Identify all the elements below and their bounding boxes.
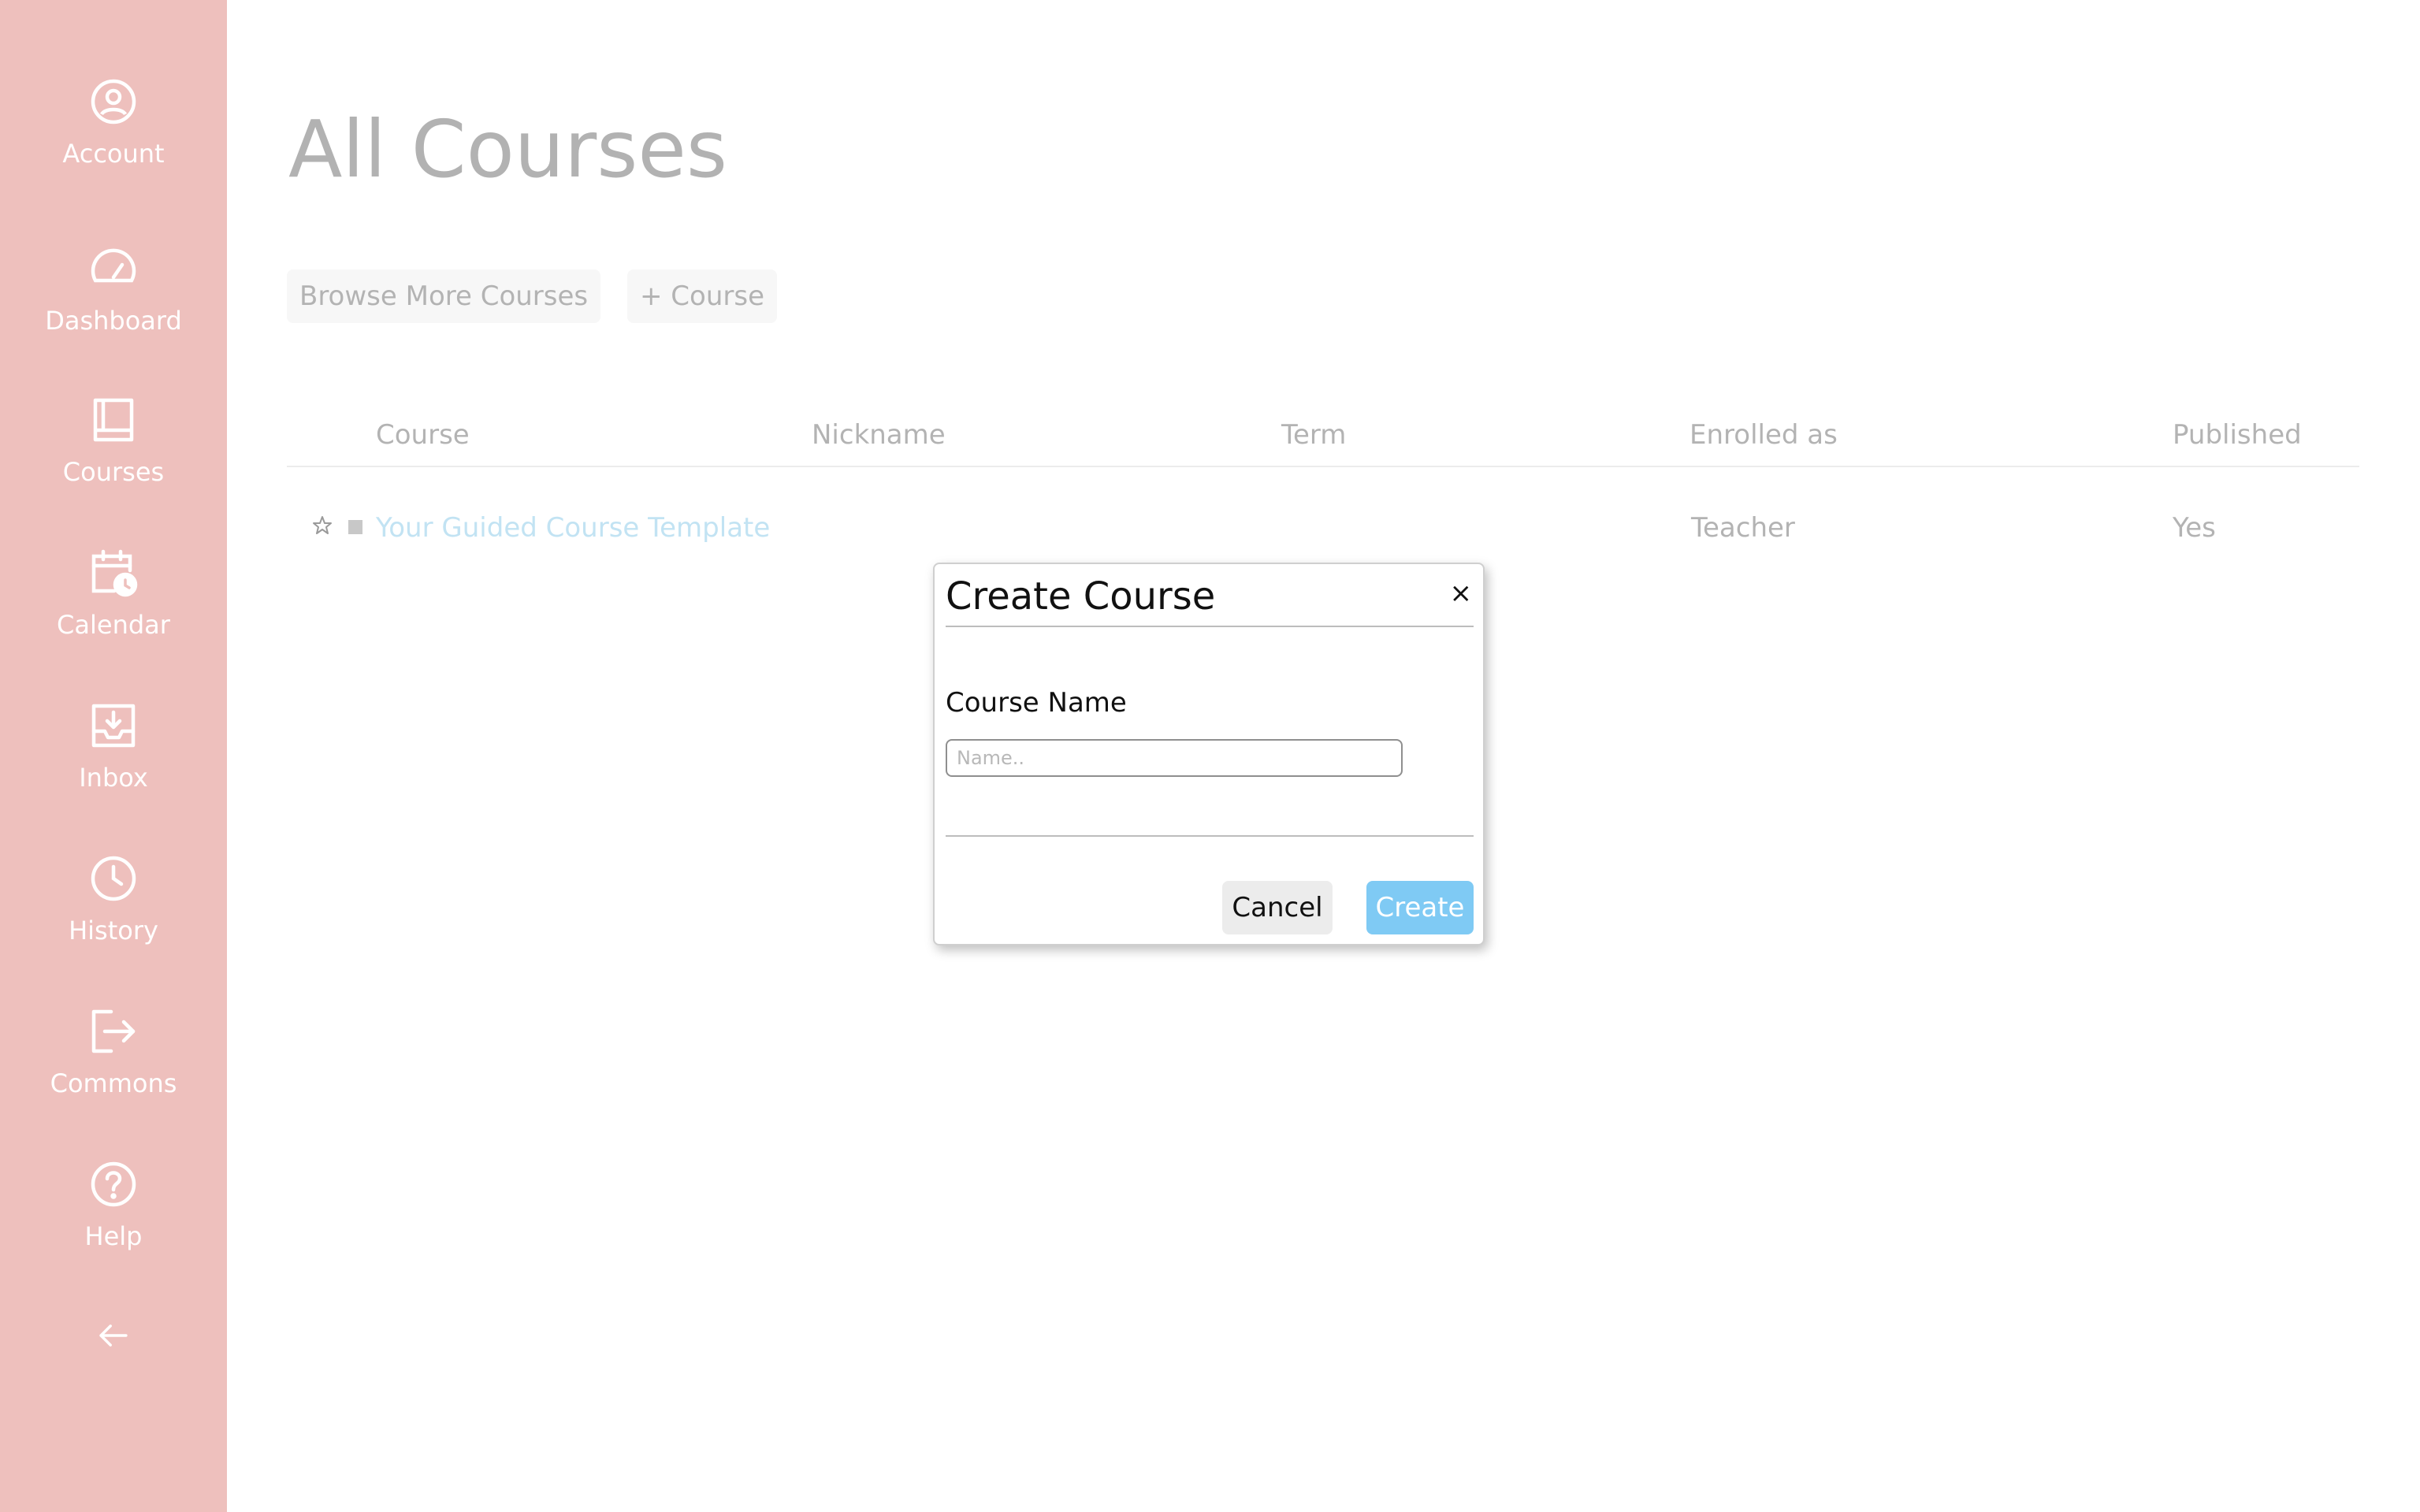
sidebar-item-calendar[interactable]: Calendar — [0, 547, 227, 640]
dialog-title: Create Course — [946, 574, 1216, 619]
sidebar-item-courses[interactable]: Courses — [0, 394, 227, 487]
browse-more-courses-button[interactable]: Browse More Courses — [287, 269, 601, 323]
cancel-button[interactable]: Cancel — [1222, 881, 1333, 934]
sidebar-item-account[interactable]: Account — [0, 76, 227, 169]
sidebar: Account Dashboard Courses Calendar Inbox… — [0, 0, 227, 1512]
commons-icon — [91, 1009, 136, 1053]
arrow-left-icon — [99, 1324, 128, 1347]
dialog-footer-divider — [946, 835, 1474, 837]
add-course-button[interactable]: + Course — [627, 269, 777, 323]
sidebar-item-inbox[interactable]: Inbox — [0, 700, 227, 793]
account-icon — [91, 79, 136, 124]
create-course-dialog: Create Course × Course Name Cancel Creat… — [933, 563, 1485, 945]
course-enrolled-as: Teacher — [1691, 512, 1795, 544]
table-divider — [287, 466, 2359, 467]
sidebar-item-label: History — [69, 916, 158, 945]
dialog-header-divider — [946, 626, 1474, 627]
inbox-icon — [91, 704, 136, 748]
sidebar-item-label: Help — [84, 1221, 143, 1251]
course-name-input[interactable] — [946, 739, 1403, 777]
course-color-square-icon — [348, 520, 362, 534]
column-header-term[interactable]: Term — [1281, 419, 1346, 451]
sidebar-item-label: Commons — [50, 1068, 177, 1098]
column-header-published[interactable]: Published — [2173, 419, 2302, 451]
courses-icon — [93, 398, 134, 442]
course-published: Yes — [2173, 512, 2216, 544]
close-icon[interactable]: × — [1450, 580, 1473, 607]
calendar-icon — [91, 549, 138, 597]
course-name-label: Course Name — [946, 687, 1127, 719]
sidebar-item-label: Courses — [62, 457, 165, 487]
history-icon — [91, 856, 136, 901]
sidebar-item-label: Inbox — [79, 763, 148, 793]
app-window: Account Dashboard Courses Calendar Inbox… — [0, 0, 2420, 1512]
create-button[interactable]: Create — [1366, 881, 1474, 934]
column-header-course[interactable]: Course — [376, 419, 470, 451]
page-title: All Courses — [288, 103, 727, 195]
sidebar-item-label: Account — [62, 139, 165, 169]
sidebar-item-help[interactable]: Help — [0, 1158, 227, 1251]
course-link[interactable]: Your Guided Course Template — [376, 512, 770, 544]
sidebar-item-history[interactable]: History — [0, 853, 227, 945]
column-header-enrolled-as[interactable]: Enrolled as — [1690, 419, 1838, 451]
sidebar-item-commons[interactable]: Commons — [0, 1005, 227, 1098]
sidebar-collapse-button[interactable] — [0, 1316, 227, 1355]
dashboard-icon — [91, 248, 136, 283]
sidebar-item-dashboard[interactable]: Dashboard — [0, 243, 227, 336]
sidebar-item-label: Calendar — [57, 610, 170, 640]
column-header-nickname[interactable]: Nickname — [812, 419, 946, 451]
star-icon[interactable] — [312, 515, 333, 536]
sidebar-item-label: Dashboard — [45, 306, 182, 336]
help-icon — [91, 1161, 136, 1207]
